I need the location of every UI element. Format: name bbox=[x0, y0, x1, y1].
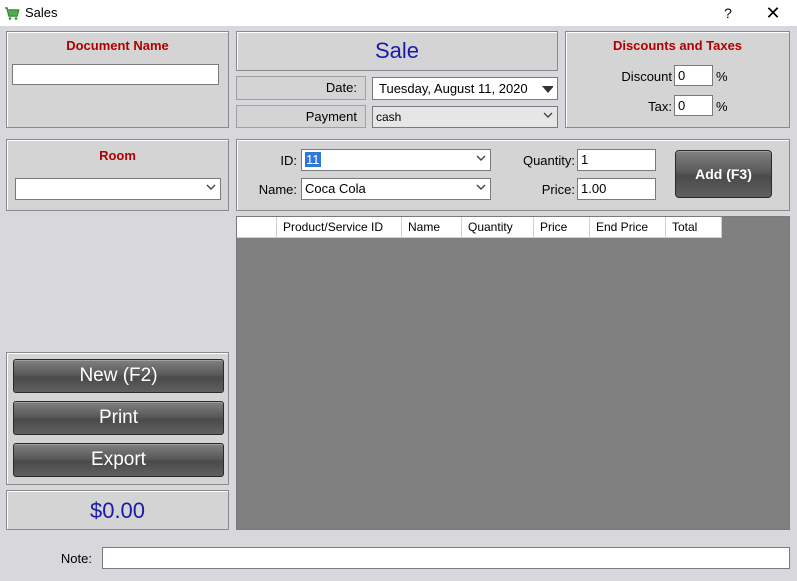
add-button[interactable]: Add (F3) bbox=[675, 150, 772, 198]
product-name-value: Coca Cola bbox=[305, 181, 366, 196]
discounts-taxes-heading: Discounts and Taxes bbox=[612, 38, 743, 53]
grid-column-product-id[interactable]: Product/Service ID bbox=[277, 217, 402, 238]
grid-column-select[interactable] bbox=[237, 217, 277, 238]
chevron-down-icon bbox=[476, 184, 486, 190]
actions-panel: New (F2) Print Export bbox=[6, 352, 229, 485]
grid-header: Product/Service ID Name Quantity Price E… bbox=[237, 217, 722, 238]
product-id-value: 11 bbox=[305, 152, 321, 167]
date-picker[interactable]: Tuesday, August 11, 2020 bbox=[372, 77, 558, 100]
help-button[interactable]: ? bbox=[716, 3, 740, 23]
quantity-input[interactable]: 1 bbox=[577, 149, 656, 171]
discount-input[interactable]: 0 bbox=[674, 65, 713, 86]
document-name-input[interactable] bbox=[12, 64, 219, 85]
name-label: Name: bbox=[258, 182, 297, 197]
sale-title-panel: Sale bbox=[236, 31, 558, 71]
note-input[interactable] bbox=[102, 547, 790, 569]
room-heading: Room bbox=[99, 148, 136, 163]
chevron-down-icon bbox=[206, 184, 216, 190]
document-name-panel: Document Name bbox=[6, 31, 229, 128]
date-value: Tuesday, August 11, 2020 bbox=[379, 81, 528, 96]
room-select[interactable] bbox=[15, 178, 221, 200]
grid-column-end-price[interactable]: End Price bbox=[590, 217, 666, 238]
new-button[interactable]: New (F2) bbox=[13, 359, 224, 393]
price-input[interactable]: 1.00 bbox=[577, 178, 656, 200]
export-button[interactable]: Export bbox=[13, 443, 224, 477]
print-button[interactable]: Print bbox=[13, 401, 224, 435]
window-title: Sales bbox=[25, 5, 58, 20]
grid-column-price[interactable]: Price bbox=[534, 217, 590, 238]
product-entry-panel: ID: 11 Name: Coca Cola Quantity: 1 Price… bbox=[236, 139, 790, 211]
title-bar: Sales ? ✕ bbox=[0, 0, 797, 26]
quantity-label: Quantity: bbox=[522, 153, 575, 168]
grid-column-quantity[interactable]: Quantity bbox=[462, 217, 534, 238]
price-label: Price: bbox=[541, 182, 575, 197]
discount-label: Discount bbox=[621, 69, 672, 84]
payment-label: Payment bbox=[236, 105, 366, 128]
dropdown-triangle-icon bbox=[542, 85, 553, 93]
payment-value: cash bbox=[376, 110, 402, 124]
tax-input[interactable]: 0 bbox=[674, 95, 713, 116]
note-label: Note: bbox=[60, 551, 92, 566]
product-id-select[interactable]: 11 bbox=[301, 149, 491, 171]
document-name-heading: Document Name bbox=[66, 38, 169, 53]
date-label: Date: bbox=[236, 76, 366, 100]
discount-percent: % bbox=[716, 69, 728, 84]
grid-column-name[interactable]: Name bbox=[402, 217, 462, 238]
grid-column-total[interactable]: Total bbox=[666, 217, 722, 238]
product-name-select[interactable]: Coca Cola bbox=[301, 178, 491, 200]
close-button[interactable]: ✕ bbox=[758, 3, 788, 23]
discounts-taxes-panel: Discounts and Taxes Discount 0 % Tax: 0 … bbox=[565, 31, 790, 128]
shopping-cart-icon bbox=[5, 7, 20, 20]
chevron-down-icon bbox=[476, 155, 486, 161]
id-label: ID: bbox=[280, 153, 297, 168]
tax-percent: % bbox=[716, 99, 728, 114]
items-grid[interactable]: Product/Service ID Name Quantity Price E… bbox=[236, 216, 790, 530]
total-panel: $0.00 bbox=[6, 490, 229, 530]
room-panel: Room bbox=[6, 139, 229, 211]
tax-label: Tax: bbox=[648, 99, 672, 114]
total-value: $0.00 bbox=[89, 498, 146, 523]
payment-select[interactable]: cash bbox=[372, 106, 558, 128]
sale-title: Sale bbox=[374, 38, 420, 63]
chevron-down-icon bbox=[543, 112, 553, 118]
